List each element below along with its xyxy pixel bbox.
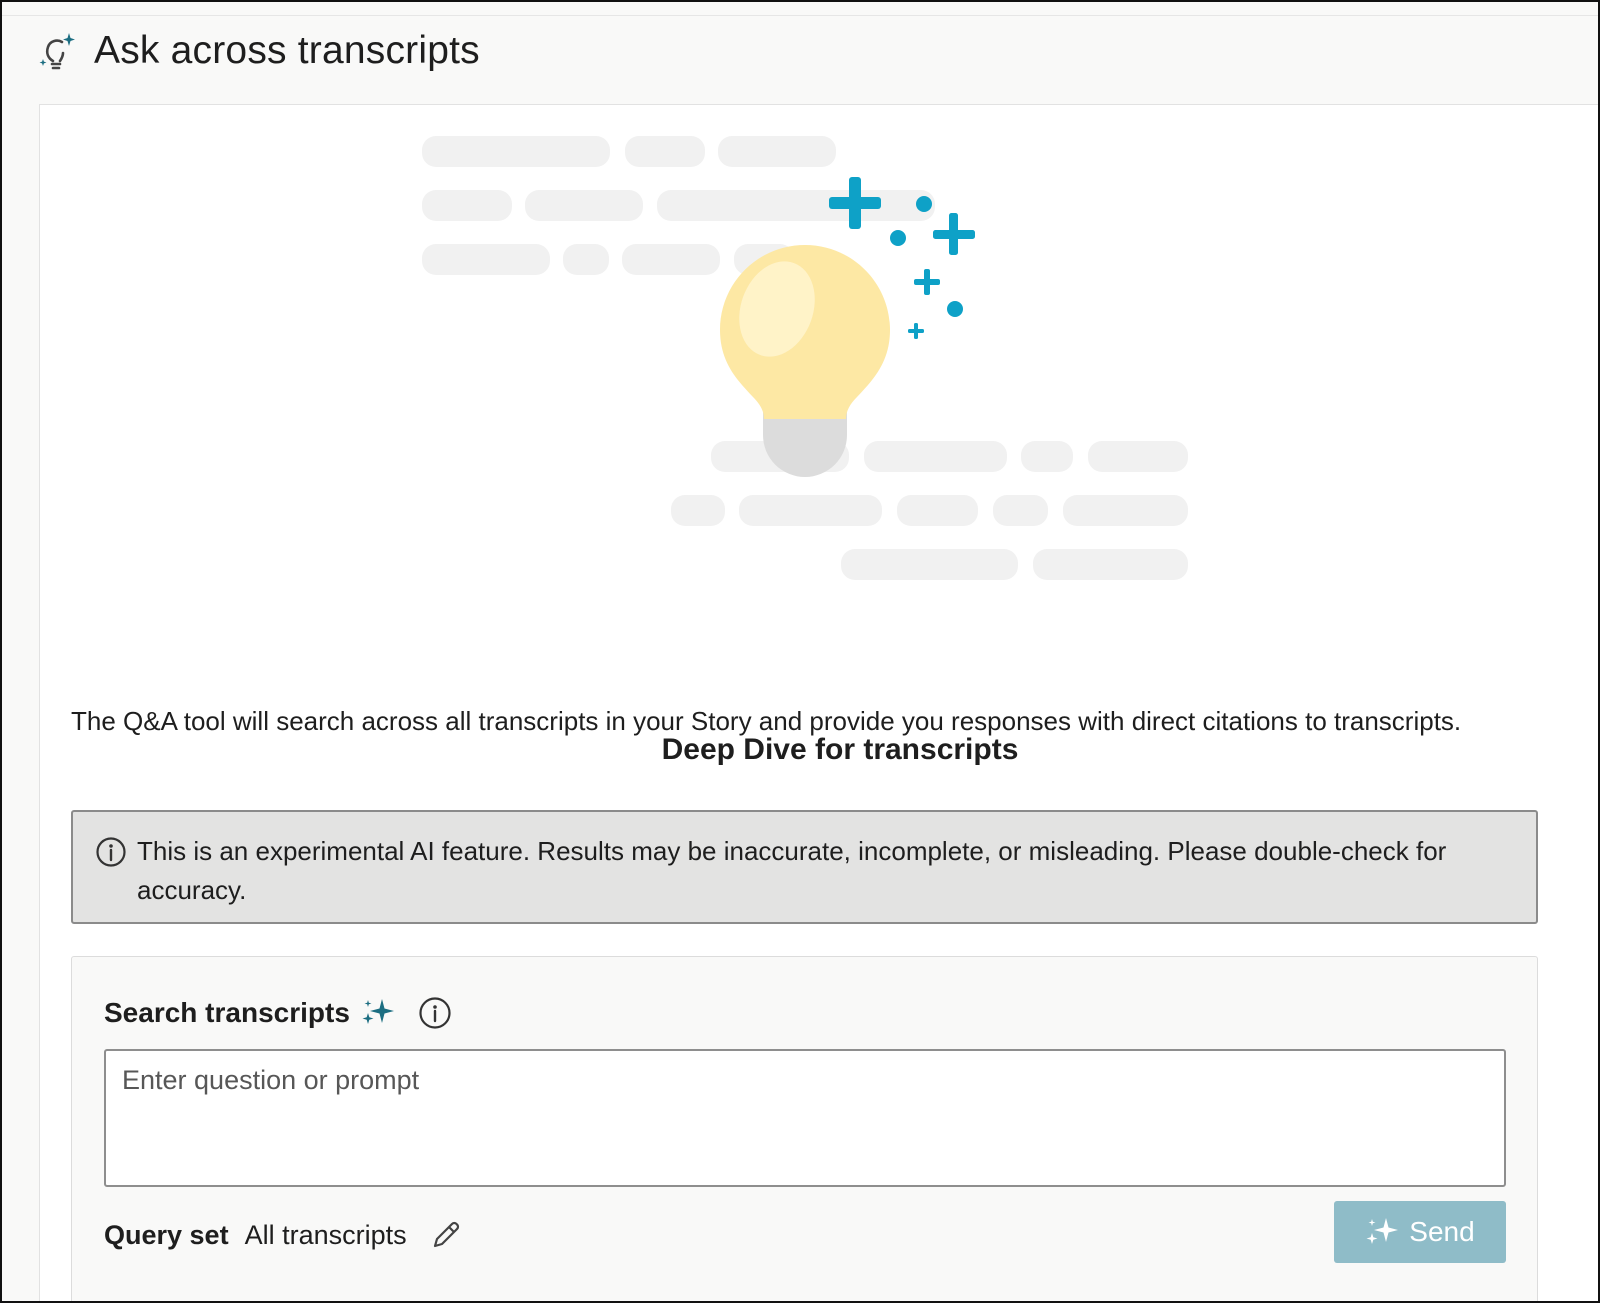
experimental-notice: This is an experimental AI feature. Resu… [71, 810, 1538, 924]
pencil-icon[interactable] [429, 1218, 463, 1252]
info-icon[interactable] [418, 996, 452, 1030]
sparkle-icon [362, 999, 394, 1024]
search-card: Search transcripts Query set All transcr… [71, 956, 1538, 1301]
send-button-label: Send [1409, 1216, 1475, 1247]
lightbulb-sparkle-icon [39, 33, 75, 70]
search-label-row: Search transcripts [104, 993, 452, 1033]
query-set-row: Query set All transcripts [104, 1215, 463, 1255]
sparkle-icon [1366, 1218, 1399, 1244]
description-text: The Q&A tool will search across all tran… [71, 706, 1462, 736]
query-set-value: All transcripts [244, 1219, 407, 1250]
page-header: Ask across transcripts [38, 26, 480, 76]
send-button[interactable]: Send [1334, 1201, 1506, 1263]
notice-text: This is an experimental AI feature. Resu… [137, 836, 1447, 905]
page-title: Ask across transcripts [94, 29, 480, 72]
window-top-strip [2, 2, 1598, 16]
app-window: Ask across transcripts Deep Dive for tra… [0, 0, 1600, 1303]
info-icon [96, 837, 126, 867]
prompt-input[interactable] [104, 1049, 1506, 1187]
deep-dive-illustration [422, 136, 1188, 580]
query-set-label: Query set [104, 1219, 229, 1250]
search-label: Search transcripts [104, 997, 350, 1028]
